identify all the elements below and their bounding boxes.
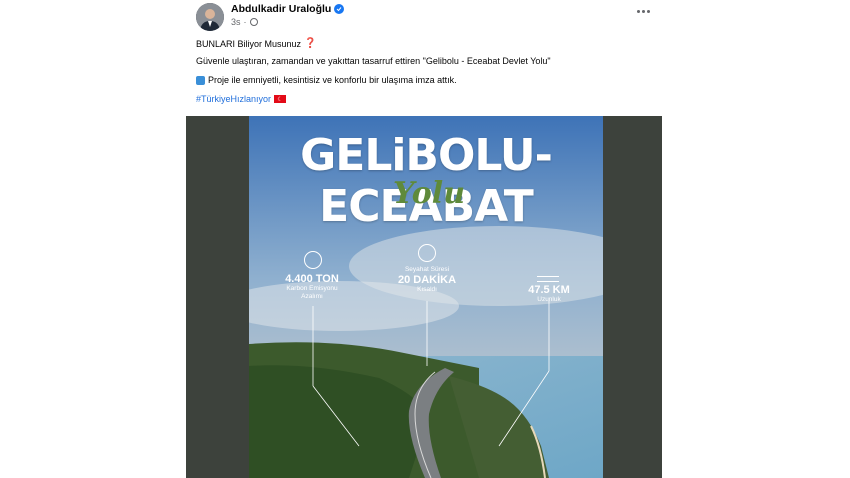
post-text: BUNLARI Biliyor Musunuz [196, 38, 302, 49]
co2-icon [304, 251, 322, 269]
dot-icon [641, 9, 645, 13]
post-text-line-2: Güvenle ulaştıran, zamandan ve yakıttan … [196, 56, 551, 66]
post-image[interactable]: GELiBOLU-ECEABAT Yolu 4.400 TON Karbon E… [186, 116, 662, 478]
author-name-text[interactable]: Abdulkadir Uraloğlu [231, 3, 331, 15]
stat-sub: Azalımı [301, 293, 323, 300]
stat-sub: Kısaldı [417, 286, 437, 293]
dot-icon [646, 9, 650, 13]
stat-pre: Seyahat Süresi [404, 266, 450, 273]
post-meta: 3s · [231, 17, 258, 27]
post-text-line-3: Proje ile emniyetli, kesintisiz ve konfo… [196, 75, 457, 85]
ruler-icon [537, 276, 559, 282]
stat-carbon: 4.400 TON Karbon Emisyonu Azalımı [267, 273, 357, 301]
poster-image: GELiBOLU-ECEABAT Yolu 4.400 TON Karbon E… [249, 116, 603, 478]
hashtag-link[interactable]: #TürkiyeHızlanıyor [196, 94, 271, 104]
post-text: Güvenle ulaştıran, zamandan ve yakıttan … [196, 56, 551, 66]
post-text-line-4: #TürkiyeHızlanıyor ☾ [196, 94, 287, 104]
post-text-line-1: BUNLARI Biliyor Musunuz ❓ [196, 38, 317, 49]
verified-badge-icon [334, 4, 345, 14]
stat-value: 47.5 KM [528, 284, 570, 296]
poster-script-title: Yolu [392, 176, 466, 211]
info-emoji-icon [196, 75, 205, 85]
stat-value: 20 DAKİKA [397, 274, 457, 286]
more-options-button[interactable] [634, 4, 652, 18]
question-emoji-icon: ❓ [304, 38, 317, 49]
author-avatar[interactable] [196, 3, 224, 31]
post-timestamp[interactable]: 3s [231, 17, 241, 27]
stat-value: 4.400 TON [285, 273, 339, 285]
globe-icon [249, 18, 258, 26]
stat-travel-time: Seyahat Süresi 20 DAKİKA Kısaldı [377, 266, 477, 294]
stat-sub: Karbon Emisyonu [286, 285, 338, 292]
turkey-flag-icon: ☾ [274, 95, 287, 103]
clock-icon [418, 244, 436, 262]
stat-length: 47.5 KM Uzunluk [504, 284, 594, 304]
stat-sub: Uzunluk [537, 296, 561, 303]
dot-icon [636, 9, 640, 13]
author-name[interactable]: Abdulkadir Uraloğlu [231, 3, 345, 15]
facebook-post: Abdulkadir Uraloğlu 3s · BUNLARI Biliyor… [186, 0, 662, 478]
post-text: Proje ile emniyetli, kesintisiz ve konfo… [208, 75, 457, 85]
